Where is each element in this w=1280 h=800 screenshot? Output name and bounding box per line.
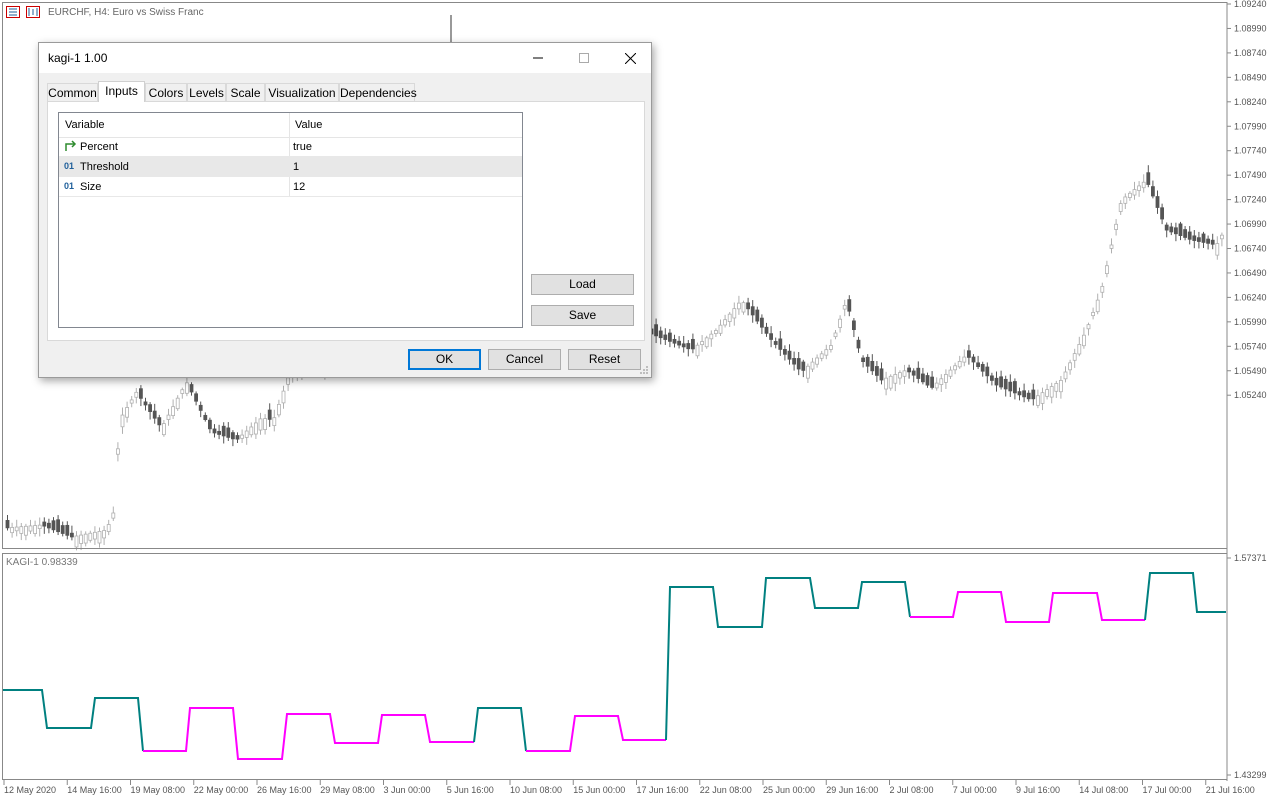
indicator-label: KAGI-1 0.98339 — [6, 557, 78, 568]
row-name: Size — [80, 181, 102, 193]
price-tick-label: 1.08990 — [1234, 23, 1267, 33]
column-variable: Variable — [65, 119, 105, 131]
price-tick-label: 1.07990 — [1234, 121, 1267, 131]
minimize-icon — [533, 57, 543, 59]
price-tick-label: 1.09240 — [1234, 0, 1267, 9]
price-tick-label: 1.08490 — [1234, 72, 1267, 82]
time-tick-label: 12 May 2020 — [4, 785, 56, 795]
time-tick-label: 5 Jun 16:00 — [447, 785, 494, 795]
kagi-yin-segment — [526, 715, 666, 752]
price-tick-label: 1.05740 — [1234, 341, 1267, 351]
indicator-tick-label: 1.57371 — [1234, 553, 1267, 563]
int-icon: 01 — [64, 181, 75, 191]
kagi-yin-segment — [910, 591, 1145, 623]
resize-grip-icon[interactable] — [639, 365, 649, 375]
maximize-button[interactable] — [561, 43, 607, 73]
indicator-properties-dialog: kagi-1 1.00 Common Inputs Colors Levels … — [38, 42, 652, 378]
kagi-yang-segment — [665, 577, 911, 741]
ok-button[interactable]: OK — [408, 349, 481, 370]
price-tick-label: 1.08240 — [1234, 97, 1267, 107]
row-name: Percent — [80, 141, 118, 153]
kagi-yang-segment — [1144, 572, 1226, 621]
time-tick-label: 26 May 16:00 — [257, 785, 312, 795]
symbol-label: EURCHF, H4: Euro vs Swiss Franc — [48, 7, 204, 18]
time-tick-label: 2 Jul 08:00 — [890, 785, 934, 795]
time-tick-label: 10 Jun 08:00 — [510, 785, 562, 795]
time-tick-label: 9 Jul 16:00 — [1016, 785, 1060, 795]
time-tick-label: 22 Jun 08:00 — [700, 785, 752, 795]
indicator-tick-label: 1.43299 — [1234, 770, 1267, 780]
reset-button[interactable]: Reset — [568, 349, 641, 370]
time-tick-label: 14 May 16:00 — [67, 785, 122, 795]
row-value[interactable]: 1 — [293, 157, 299, 177]
kagi-line — [3, 572, 1226, 760]
kagi-yin-segment — [143, 707, 474, 760]
bool-icon — [64, 139, 78, 154]
price-tick-label: 1.05240 — [1234, 390, 1267, 400]
indicator-icon — [26, 6, 40, 18]
time-tick-label: 22 May 00:00 — [194, 785, 249, 795]
time-tick-label: 7 Jul 00:00 — [953, 785, 997, 795]
inputs-grid: Variable Value Percent true 01 Threshold… — [58, 112, 523, 328]
price-tick-label: 1.06990 — [1234, 219, 1267, 229]
tab-levels[interactable]: Levels — [187, 83, 226, 101]
row-value[interactable]: true — [293, 137, 312, 157]
tab-visualization[interactable]: Visualization — [265, 83, 339, 101]
time-tick-label: 15 Jun 00:00 — [573, 785, 625, 795]
dialog-title: kagi-1 1.00 — [48, 51, 108, 65]
row-name: Threshold — [80, 161, 129, 173]
table-row[interactable]: 01 Threshold 1 — [59, 157, 522, 177]
close-button[interactable] — [607, 43, 653, 73]
kagi-yang-segment — [3, 689, 144, 752]
maximize-icon — [579, 53, 589, 63]
price-tick-label: 1.05990 — [1234, 317, 1267, 327]
symbol-icon — [6, 6, 20, 18]
price-tick-label: 1.07240 — [1234, 195, 1267, 205]
time-tick-label: 25 Jun 00:00 — [763, 785, 815, 795]
kagi-yang-segment — [473, 707, 527, 752]
column-value: Value — [295, 119, 323, 131]
int-icon: 01 — [64, 161, 75, 171]
price-tick-label: 1.08740 — [1234, 48, 1267, 58]
cancel-button[interactable]: Cancel — [488, 349, 561, 370]
inputs-panel: Variable Value Percent true 01 Threshold… — [47, 101, 645, 341]
load-button[interactable]: Load — [531, 274, 634, 295]
minimize-button[interactable] — [515, 43, 561, 73]
time-tick-label: 19 May 08:00 — [131, 785, 186, 795]
table-row[interactable]: 01 Size 12 — [59, 177, 522, 197]
tab-dependencies[interactable]: Dependencies — [339, 83, 417, 101]
price-tick-label: 1.07490 — [1234, 170, 1267, 180]
time-tick-label: 17 Jul 00:00 — [1143, 785, 1192, 795]
price-tick-label: 1.06740 — [1234, 244, 1267, 254]
grid-header: Variable Value — [59, 113, 522, 138]
dialog-titlebar[interactable]: kagi-1 1.00 — [39, 43, 651, 73]
time-tick-label: 29 Jun 16:00 — [826, 785, 878, 795]
tab-common[interactable]: Common — [47, 83, 98, 101]
price-tick-label: 1.07740 — [1234, 146, 1267, 156]
price-tick-label: 1.06240 — [1234, 292, 1267, 302]
tab-inputs[interactable]: Inputs — [98, 81, 145, 102]
time-tick-label: 29 May 08:00 — [320, 785, 375, 795]
price-tick-label: 1.05490 — [1234, 366, 1267, 376]
time-tick-label: 17 Jun 16:00 — [637, 785, 689, 795]
time-tick-label: 3 Jun 00:00 — [384, 785, 431, 795]
price-tick-label: 1.06490 — [1234, 268, 1267, 278]
time-tick-label: 21 Jul 16:00 — [1206, 785, 1255, 795]
save-button[interactable]: Save — [531, 305, 634, 326]
tab-scale[interactable]: Scale — [226, 83, 265, 101]
tab-colors[interactable]: Colors — [145, 83, 187, 101]
table-row[interactable]: Percent true — [59, 137, 522, 157]
close-icon — [624, 52, 636, 64]
row-value[interactable]: 12 — [293, 177, 305, 197]
time-tick-label: 14 Jul 08:00 — [1079, 785, 1128, 795]
